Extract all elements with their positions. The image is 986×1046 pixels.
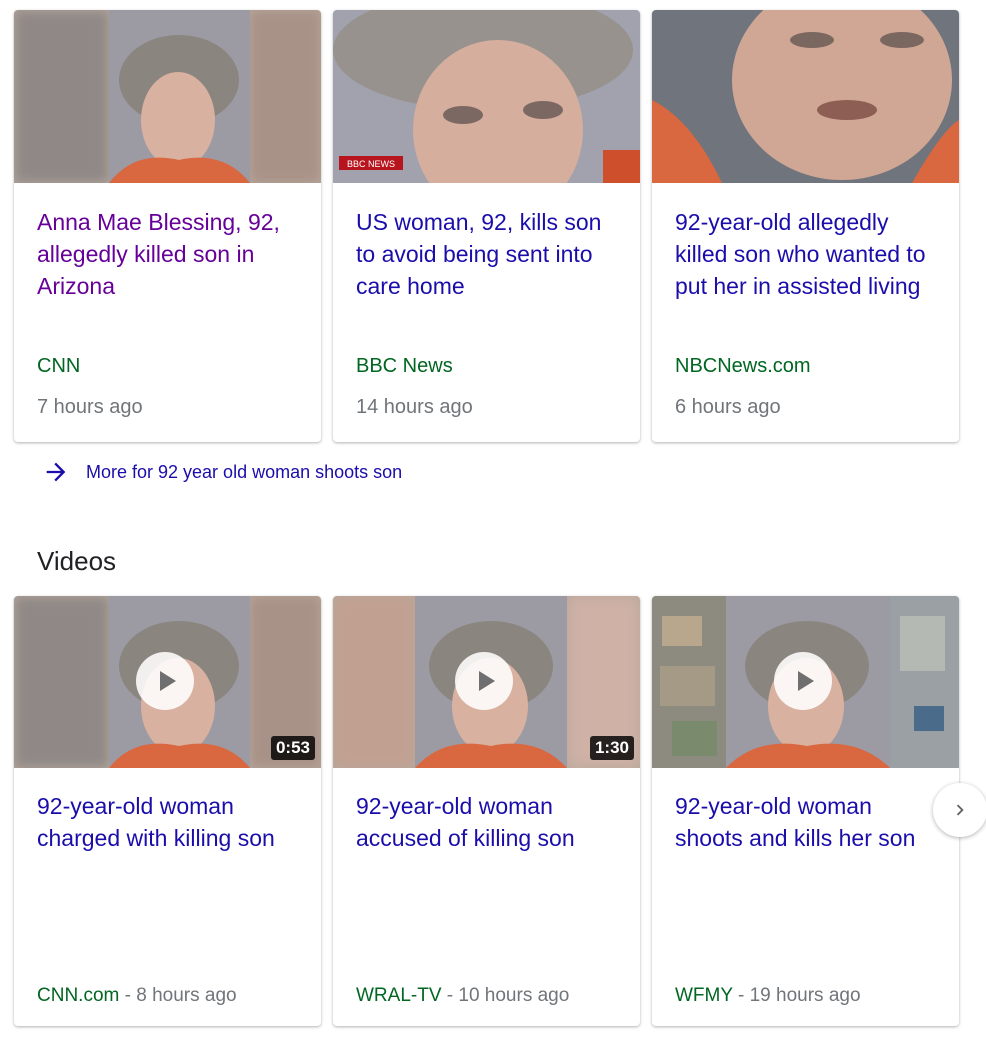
news-age: 7 hours ago <box>37 396 143 418</box>
video-meta: CNN.com - 8 hours ago <box>37 985 237 1007</box>
news-headline[interactable]: US woman, 92, kills son to avoid being s… <box>356 206 622 302</box>
news-age: 6 hours ago <box>675 396 781 418</box>
arrow-right-icon <box>46 462 66 482</box>
top-stories-carousel: Anna Mae Blessing, 92, allegedly killed … <box>14 10 959 442</box>
meta-separator: - <box>119 985 137 1006</box>
videos-carousel: 0:53 92-year-old woman charged with kill… <box>14 596 959 1026</box>
news-headline[interactable]: Anna Mae Blessing, 92, allegedly killed … <box>37 206 303 302</box>
video-card[interactable]: 92-year-old woman shoots and kills her s… <box>652 596 959 1026</box>
play-icon[interactable] <box>136 652 194 710</box>
video-source: WRAL-TV <box>356 985 442 1006</box>
more-stories-label: More for 92 year old woman shoots son <box>86 461 403 482</box>
videos-heading: Videos <box>37 546 117 576</box>
video-thumbnail[interactable] <box>652 596 959 768</box>
play-icon[interactable] <box>774 652 832 710</box>
video-thumbnail[interactable]: 1:30 <box>333 596 640 768</box>
news-age: 14 hours ago <box>356 396 473 418</box>
news-thumbnail[interactable] <box>14 10 321 183</box>
video-headline[interactable]: 92-year-old woman charged with killing s… <box>37 790 303 854</box>
video-age: 10 hours ago <box>458 985 570 1006</box>
video-age: 19 hours ago <box>749 985 861 1006</box>
news-thumbnail[interactable] <box>652 10 959 183</box>
news-thumbnail[interactable]: BBC NEWS <box>333 10 640 183</box>
meta-separator: - <box>732 985 750 1006</box>
video-meta: WFMY - 19 hours ago <box>675 985 861 1007</box>
news-card[interactable]: Anna Mae Blessing, 92, allegedly killed … <box>14 10 321 442</box>
video-meta: WRAL-TV - 10 hours ago <box>356 985 569 1007</box>
more-stories-link[interactable]: More for 92 year old woman shoots son <box>42 458 402 486</box>
bbc-news-watermark: BBC NEWS <box>339 156 403 170</box>
video-source: WFMY <box>675 985 733 1006</box>
video-card[interactable]: 1:30 92-year-old woman accused of killin… <box>333 596 640 1026</box>
news-source: NBCNews.com <box>675 355 811 377</box>
video-source: CNN.com <box>37 985 120 1006</box>
carousel-next-button[interactable] <box>933 783 986 837</box>
video-duration: 0:53 <box>270 736 315 760</box>
news-source: CNN <box>37 355 81 377</box>
video-headline[interactable]: 92-year-old woman shoots and kills her s… <box>675 790 941 854</box>
chevron-right-icon <box>956 804 964 816</box>
play-icon[interactable] <box>455 652 513 710</box>
news-source: BBC News <box>356 355 453 377</box>
video-card[interactable]: 0:53 92-year-old woman charged with kill… <box>14 596 321 1026</box>
news-card[interactable]: BBC NEWS US woman, 92, kills son to avoi… <box>333 10 640 442</box>
svg-text:BBC NEWS: BBC NEWS <box>347 159 395 169</box>
video-headline[interactable]: 92-year-old woman accused of killing son <box>356 790 622 854</box>
meta-separator: - <box>441 985 459 1006</box>
news-card[interactable]: 92-year-old allegedly killed son who wan… <box>652 10 959 442</box>
video-age: 8 hours ago <box>136 985 237 1006</box>
video-duration: 1:30 <box>589 736 634 760</box>
news-headline[interactable]: 92-year-old allegedly killed son who wan… <box>675 206 941 302</box>
video-thumbnail[interactable]: 0:53 <box>14 596 321 768</box>
